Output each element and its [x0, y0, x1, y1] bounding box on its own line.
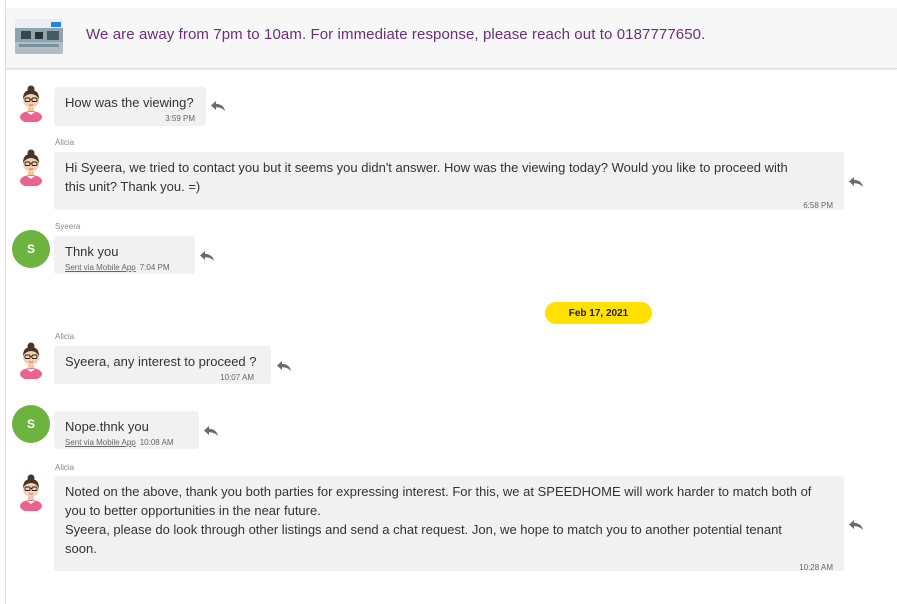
office-photo-icon	[15, 19, 63, 54]
sender-name: Alicia	[55, 332, 75, 341]
message-bubble: Hi Syeera, we tried to contact you but i…	[54, 152, 844, 210]
user-avatar: S	[12, 405, 50, 443]
sender-name: Alicia	[55, 463, 75, 472]
chat-left-border	[5, 0, 6, 604]
sender-name: Alicia	[55, 138, 75, 147]
agent-avatar-icon	[14, 148, 48, 186]
sent-via-link[interactable]: Sent via Mobile App	[65, 438, 136, 447]
away-message: We are away from 7pm to 10am. For immedi…	[86, 26, 706, 43]
reply-arrow-icon[interactable]	[199, 250, 215, 262]
reply-arrow-icon[interactable]	[848, 176, 864, 188]
message-bubble: Noted on the above, thank you both parti…	[54, 476, 844, 572]
message-time: 10:28 AM	[799, 563, 833, 572]
reply-arrow-icon[interactable]	[203, 425, 219, 437]
message-text: Hi Syeera, we tried to contact you but i…	[65, 160, 788, 194]
message-text: How was the viewing?	[65, 95, 194, 110]
agent-avatar-icon	[14, 341, 48, 379]
message-time: 3:59 PM	[165, 114, 195, 123]
message-meta: Sent via Mobile App 7:04 PM	[65, 262, 184, 273]
user-avatar: S	[12, 230, 50, 268]
message-text: Thnk you	[65, 244, 119, 259]
date-divider: Feb 17, 2021	[545, 302, 652, 324]
message-bubble: How was the viewing? 3:59 PM	[54, 87, 206, 126]
agent-avatar-icon	[14, 473, 48, 511]
message-meta: Sent via Mobile App 10:08 AM	[65, 437, 188, 448]
message-bubble: Thnk you Sent via Mobile App 7:04 PM	[54, 236, 195, 274]
message-text: Nope.thnk you	[65, 419, 149, 434]
message-time: 7:04 PM	[139, 263, 170, 272]
message-text: Noted on the above, thank you both parti…	[65, 484, 812, 556]
message-time: 10:08 AM	[139, 438, 174, 447]
message-bubble: Syeera, any interest to proceed ? 10:07 …	[54, 346, 271, 384]
reply-arrow-icon[interactable]	[276, 360, 292, 372]
sent-via-link[interactable]: Sent via Mobile App	[65, 263, 136, 272]
reply-arrow-icon[interactable]	[848, 519, 864, 531]
message-bubble: Nope.thnk you Sent via Mobile App 10:08 A…	[54, 411, 199, 449]
agent-avatar-icon	[14, 84, 48, 122]
away-banner: We are away from 7pm to 10am. For immedi…	[6, 8, 897, 69]
message-time: 10:07 AM	[220, 373, 254, 382]
message-time: 6:58 PM	[803, 201, 833, 210]
sender-name: Syeera	[55, 222, 81, 231]
reply-arrow-icon[interactable]	[210, 100, 226, 112]
message-text: Syeera, any interest to proceed ?	[65, 354, 257, 369]
